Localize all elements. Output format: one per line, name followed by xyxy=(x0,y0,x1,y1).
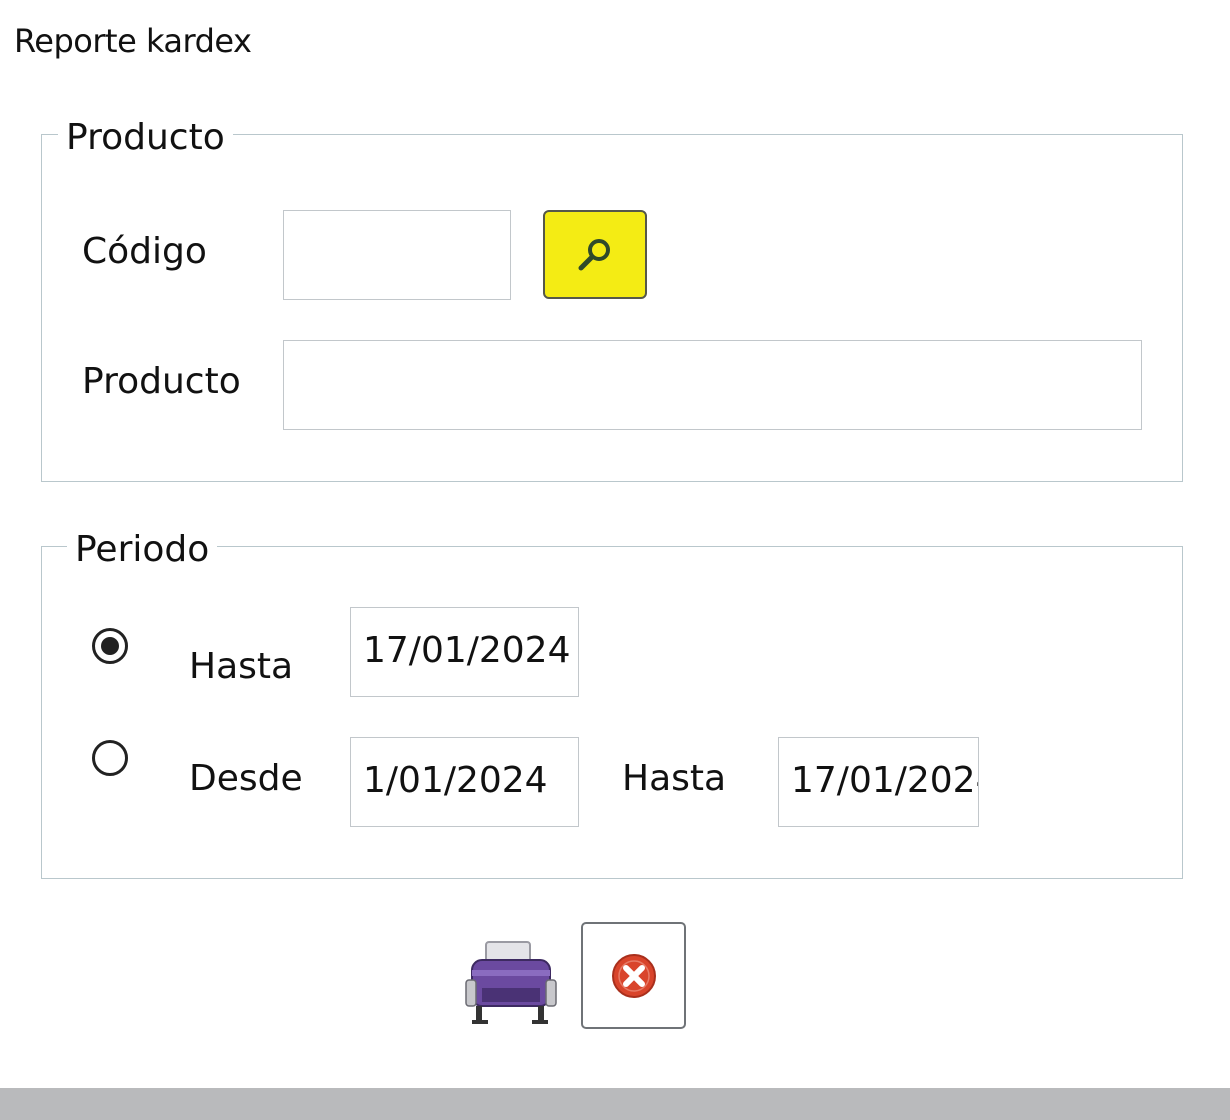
hasta-date-input[interactable]: 17/01/2024 xyxy=(350,607,579,697)
periodo-groupbox xyxy=(41,546,1183,879)
radio-selected-dot xyxy=(101,637,119,655)
magnifier-icon xyxy=(578,238,610,270)
producto-group-legend: Producto xyxy=(58,116,233,160)
bottom-status-bar xyxy=(0,1088,1230,1120)
desde-date-input[interactable]: 1/01/2024 xyxy=(350,737,579,827)
codigo-label: Código xyxy=(82,231,207,272)
desde-label: Desde xyxy=(189,758,303,799)
print-button[interactable] xyxy=(462,936,558,1028)
periodo-group-legend: Periodo xyxy=(67,528,218,572)
search-product-button[interactable] xyxy=(543,210,647,299)
producto-input[interactable] xyxy=(283,340,1142,430)
radio-rango-option[interactable] xyxy=(92,740,128,776)
printer-icon xyxy=(465,941,557,1024)
hasta-label: Hasta xyxy=(189,646,294,687)
close-circle-icon xyxy=(611,953,656,998)
window-title: Reporte kardex xyxy=(14,22,252,60)
radio-hasta-option[interactable] xyxy=(92,628,128,664)
rango-hasta-date-input[interactable]: 17/01/2024 xyxy=(778,737,979,827)
rango-hasta-label: Hasta xyxy=(622,758,727,799)
producto-label: Producto xyxy=(82,361,241,402)
close-button[interactable] xyxy=(581,922,686,1029)
codigo-input[interactable] xyxy=(283,210,511,300)
